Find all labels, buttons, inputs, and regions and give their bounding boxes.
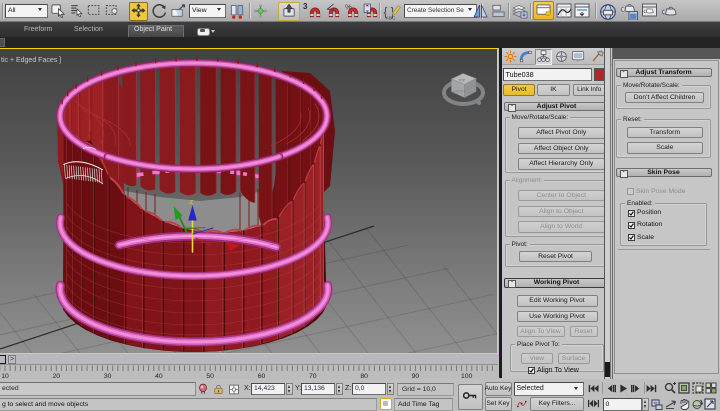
svg-text:y: y (169, 197, 173, 206)
svg-text:FRONT: FRONT (454, 90, 466, 94)
svg-text:TOP: TOP (458, 79, 466, 83)
svg-text:tic + Edged Faces ]: tic + Edged Faces ] (1, 57, 61, 64)
svg-text:z: z (190, 197, 194, 206)
svg-text:ABC: ABC (386, 15, 396, 20)
svg-text:%: % (345, 3, 352, 11)
